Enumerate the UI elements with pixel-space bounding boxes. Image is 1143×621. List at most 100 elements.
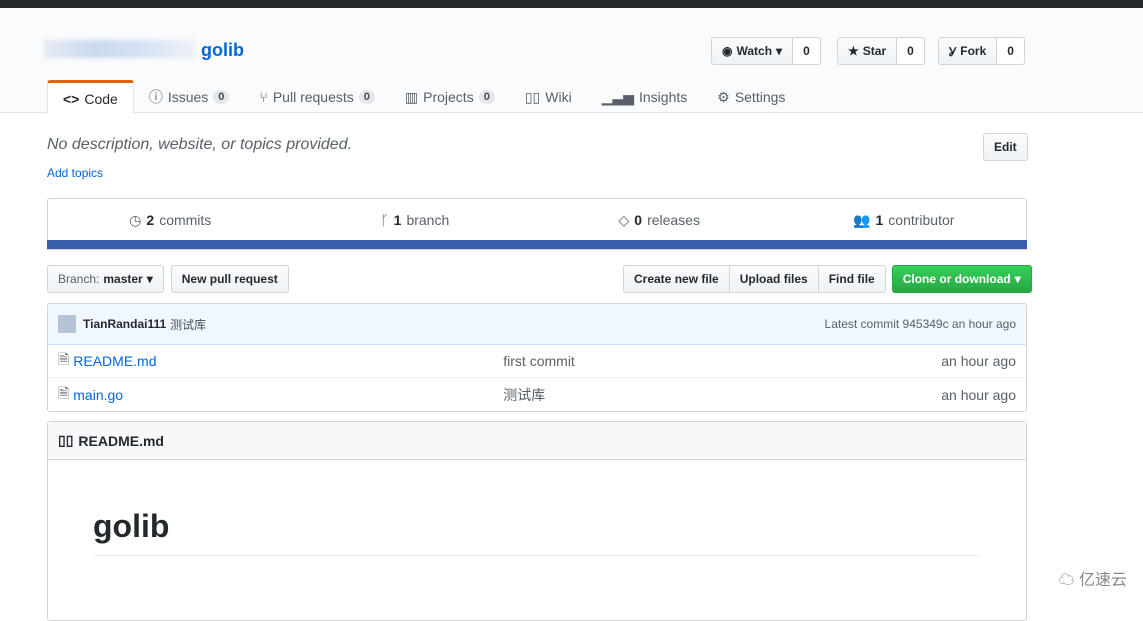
repo-description: No description, website, or topics provi… (47, 136, 353, 153)
watermark: ☁ 亿速云 (1059, 566, 1127, 590)
pull-request-icon: ⑂ (259, 89, 268, 105)
branch-select[interactable]: Branch: master ▾ (47, 265, 164, 293)
file-link[interactable]: main.go (73, 387, 503, 403)
people-icon: 👥 (853, 211, 871, 228)
code-icon: <> (63, 90, 80, 107)
releases-count: 0 (634, 212, 643, 228)
caret-down-icon: ▾ (146, 272, 153, 286)
branches-link[interactable]: ᚴ 1 branch (293, 199, 538, 241)
eye-icon: ◉ (722, 44, 733, 58)
caret-down-icon: ▾ (1014, 272, 1021, 286)
star-group: ★ Star 0 (837, 37, 925, 65)
book-icon: ▯▯ (524, 88, 541, 105)
repo-header: golib ◉ Watch ▾ 0 ★ Star 0 Ỿ Fork 0 <> Code ⓘ… (0, 8, 1143, 114)
avatar[interactable] (58, 315, 76, 333)
releases-link[interactable]: ◇ 0 releases (537, 199, 782, 241)
contributors-label: contributor (888, 212, 955, 228)
branch-label: branch (406, 212, 450, 228)
tab-insights[interactable]: ▁▃▅ Insights (587, 80, 703, 114)
fork-label: Fork (960, 44, 987, 58)
readme-filename: README.md (78, 432, 164, 449)
tab-count: 0 (358, 90, 375, 104)
clone-label: Clone or download (902, 272, 1011, 286)
file-commit-message[interactable]: first commit (503, 353, 575, 369)
latest-commit: TianRandai111 测试库 Latest commit 945349c … (48, 304, 1026, 345)
fork-count[interactable]: 0 (997, 37, 1025, 65)
new-pull-request-button[interactable]: New pull request (170, 265, 289, 293)
file-age: an hour ago (941, 353, 1016, 369)
commit-author[interactable]: TianRandai111 (83, 317, 166, 331)
file-row: 🗎 main.go 测试库 an hour ago (48, 378, 1026, 411)
tab-code[interactable]: <> Code (47, 80, 134, 114)
cloud-icon: ☁ (1058, 572, 1075, 589)
readme-header: ▯▯ README.md (48, 422, 1026, 460)
book-icon: ▯▯ (58, 432, 74, 448)
repo-tabs: <> Code ⓘ Issues 0 ⑂ Pull requests 0 ▥ Project… (47, 80, 800, 114)
branch-select-label: Branch: (58, 272, 100, 286)
issue-icon: ⓘ (148, 89, 163, 105)
watermark-text: 亿速云 (1078, 572, 1127, 589)
fork-button[interactable]: Ỿ Fork (938, 37, 998, 65)
history-icon: ◷ (129, 211, 142, 228)
tab-label: Wiki (545, 89, 572, 105)
watch-group: ◉ Watch ▾ 0 (711, 37, 821, 65)
find-file-button[interactable]: Find file (818, 265, 886, 293)
file-navigation: Create new file Upload files Find file C… (623, 265, 1032, 293)
star-button[interactable]: ★ Star (837, 37, 898, 65)
tab-label: Code (84, 90, 118, 107)
releases-label: releases (647, 212, 700, 228)
tab-label: Settings (734, 89, 786, 105)
tab-count: 0 (213, 90, 230, 104)
repo-name-link[interactable]: golib (201, 40, 244, 61)
readme-title: golib (93, 508, 981, 556)
contributors-count: 1 (875, 212, 884, 228)
owner-name-blurred (44, 40, 196, 58)
file-icon: 🗎 (58, 351, 70, 367)
tab-label: Pull requests (272, 89, 354, 105)
file-link[interactable]: README.md (73, 353, 503, 369)
star-icon: ★ (848, 44, 859, 58)
watch-label: Watch (736, 44, 773, 58)
gear-icon: ⚙ (717, 88, 730, 105)
branch-controls: Branch: master ▾ New pull request (47, 265, 289, 293)
tag-icon: ◇ (618, 211, 630, 228)
file-commit-message[interactable]: 测试库 (503, 385, 545, 405)
file-row: 🗎 README.md first commit an hour ago (48, 345, 1026, 378)
tab-label: Issues (167, 89, 209, 105)
tab-count: 0 (478, 90, 495, 104)
upload-files-button[interactable]: Upload files (729, 265, 819, 293)
readme: ▯▯ README.md golib (47, 421, 1027, 621)
tab-label: Insights (639, 89, 688, 105)
fork-icon: Ỿ (949, 44, 957, 59)
branch-icon: ᚴ (380, 212, 389, 228)
commits-label: commits (159, 212, 212, 228)
commits-count: 2 (146, 212, 155, 228)
watch-count[interactable]: 0 (793, 37, 821, 65)
top-bar (0, 0, 1143, 8)
commit-message[interactable]: 测试库 (170, 316, 206, 333)
commits-link[interactable]: ◷ 2 commits (48, 199, 293, 241)
latest-commit-info[interactable]: Latest commit 945349c an hour ago (825, 317, 1016, 331)
project-icon: ▥ (404, 88, 419, 105)
contributors-link[interactable]: 👥 1 contributor (782, 199, 1027, 241)
branch-count: 1 (393, 212, 402, 228)
edit-button[interactable]: Edit (983, 133, 1028, 161)
tab-wiki[interactable]: ▯▯ Wiki (510, 80, 587, 114)
tab-projects[interactable]: ▥ Projects 0 (390, 80, 510, 114)
branch-select-value: master (103, 272, 143, 286)
language-bar[interactable] (47, 240, 1027, 249)
tab-label: Projects (423, 89, 474, 105)
star-count[interactable]: 0 (897, 37, 925, 65)
tab-pull-requests[interactable]: ⑂ Pull requests 0 (244, 80, 389, 114)
create-new-file-button[interactable]: Create new file (623, 265, 730, 293)
add-topics-link[interactable]: Add topics (47, 166, 103, 180)
clone-download-button[interactable]: Clone or download ▾ (891, 265, 1032, 293)
file-age: an hour ago (941, 386, 1016, 403)
tab-settings[interactable]: ⚙ Settings (702, 80, 800, 114)
caret-down-icon: ▾ (776, 44, 783, 58)
graph-icon: ▁▃▅ (601, 88, 634, 105)
watch-button[interactable]: ◉ Watch ▾ (711, 37, 794, 65)
tab-issues[interactable]: ⓘ Issues 0 (134, 80, 245, 114)
file-list: TianRandai111 测试库 Latest commit 945349c … (47, 303, 1027, 412)
file-icon: 🗎 (58, 384, 70, 401)
